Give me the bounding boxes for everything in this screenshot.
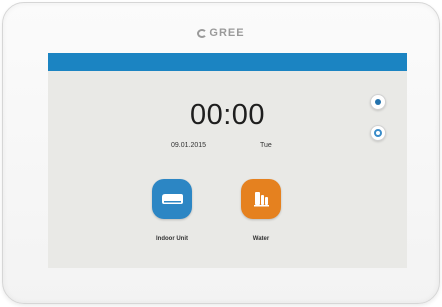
water-heater-icon: [254, 192, 269, 207]
brand-logo: GREE: [3, 27, 439, 39]
brand-name: GREE: [209, 27, 245, 39]
indoor-unit-icon: [162, 194, 183, 204]
indoor-unit-label: Indoor Unit: [156, 236, 188, 242]
dot-icon: [375, 99, 381, 105]
clock-time: 00:00: [189, 99, 266, 131]
day-label: Tue: [260, 142, 272, 149]
indoor-unit-tile[interactable]: [152, 179, 192, 219]
gree-logo-icon: [197, 29, 208, 38]
side-button-bottom[interactable]: [370, 125, 386, 141]
side-button-top[interactable]: [370, 94, 386, 110]
ring-icon: [374, 129, 382, 137]
water-label: Water: [252, 236, 270, 242]
display-screen: 00:00 09.01.2015 Tue Indoor Unit Water: [48, 53, 407, 268]
controller-frame: GREE 00:00 09.01.2015 Tue Indoor Unit Wa…: [2, 2, 440, 304]
date-label: 09.01.2015: [171, 142, 207, 149]
water-tile[interactable]: [241, 179, 281, 219]
status-bar: [48, 53, 407, 71]
